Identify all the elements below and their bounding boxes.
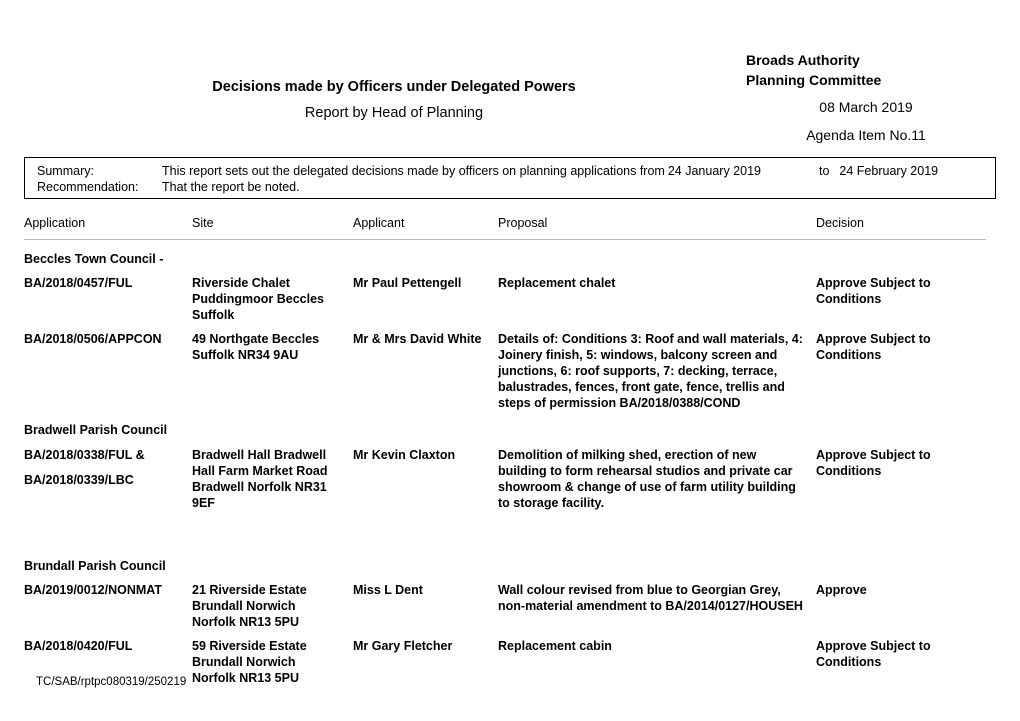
cell-site: 59 Riverside Estate Brundall Norwich Nor… bbox=[192, 638, 307, 685]
cell-site: Bradwell Hall Bradwell Hall Farm Market … bbox=[192, 447, 328, 510]
header-right-block: Broads Authority Planning Committee 08 M… bbox=[736, 50, 996, 146]
cell-applicant: Mr & Mrs David White bbox=[353, 332, 482, 347]
group-heading: Brundall Parish Council bbox=[24, 558, 166, 573]
column-header-applicant: Applicant bbox=[353, 216, 405, 230]
application-reference: BA/2019/0012/NONMAT bbox=[24, 582, 163, 597]
report-author-line: Report by Head of Planning bbox=[304, 105, 484, 122]
cell-proposal: Replacement chalet bbox=[498, 276, 616, 291]
decisions-table: Application Site Applicant Proposal Deci… bbox=[24, 216, 986, 686]
cell-site: 49 Northgate Beccles Suffolk NR34 9AU bbox=[192, 332, 320, 363]
column-header-application: Application bbox=[24, 216, 86, 230]
table-header-row: Application Site Applicant Proposal Deci… bbox=[24, 216, 986, 240]
table-row: BA/2018/0457/FUL Riverside Chalet Pudding… bbox=[24, 267, 986, 323]
cell-application: BA/2018/0420/FUL bbox=[24, 638, 192, 654]
cell-application: BA/2018/0506/APPCON bbox=[24, 331, 192, 347]
summary-box: Summary: This report sets out the delega… bbox=[24, 157, 996, 199]
header-center-block: Decisions made by Officers under Delegat… bbox=[24, 50, 764, 122]
cell-decision: Approve Subject to Conditions bbox=[816, 332, 931, 363]
column-header-proposal: Proposal bbox=[498, 216, 548, 230]
authority-name: Broads Authority bbox=[746, 52, 860, 68]
recommendation-value: That the report be noted. bbox=[162, 180, 300, 194]
table-row: BA/2018/0506/APPCON 49 Northgate Beccles … bbox=[24, 323, 986, 411]
table-row: BA/2018/0338/FUL & BA/2018/0339/LBC Bradwe… bbox=[24, 439, 986, 511]
cell-decision: Approve Subject to Conditions bbox=[816, 638, 931, 669]
cell-site: 21 Riverside Estate Brundall Norwich Nor… bbox=[192, 582, 307, 629]
cell-applicant: Mr Kevin Claxton bbox=[353, 447, 456, 462]
column-header-decision: Decision bbox=[816, 216, 864, 230]
cell-proposal: Wall colour revised from blue to Georgia… bbox=[498, 582, 803, 613]
summary-from-date: 24 January 2019 bbox=[667, 164, 761, 178]
recommendation-label: Recommendation: bbox=[37, 180, 139, 194]
cell-decision: Approve Subject to Conditions bbox=[816, 276, 931, 307]
meeting-date: 08 March 2019 bbox=[819, 98, 913, 115]
cell-application: BA/2019/0012/NONMAT bbox=[24, 582, 192, 598]
cell-application: BA/2018/0457/FUL bbox=[24, 275, 192, 291]
application-reference: BA/2018/0457/FUL bbox=[24, 276, 133, 291]
cell-proposal: Replacement cabin bbox=[498, 638, 612, 653]
application-reference: BA/2018/0420/FUL bbox=[24, 638, 133, 653]
cell-applicant: Miss L Dent bbox=[353, 582, 423, 597]
summary-text: This report sets out the delegated decis… bbox=[162, 164, 665, 178]
application-reference-secondary: BA/2018/0339/LBC bbox=[24, 472, 134, 487]
document-header: Decisions made by Officers under Delegat… bbox=[24, 50, 996, 145]
cell-decision: Approve Subject to Conditions bbox=[816, 447, 931, 478]
agenda-item-number: Agenda Item No.11 bbox=[806, 127, 926, 144]
cell-applicant: Mr Paul Pettengell bbox=[353, 276, 462, 291]
summary-row: Summary: This report sets out the delega… bbox=[37, 163, 987, 179]
recommendation-row: Recommendation: That the report be noted… bbox=[37, 179, 987, 195]
cell-site: Riverside Chalet Puddingmoor Beccles Suf… bbox=[192, 276, 324, 323]
page-title: Decisions made by Officers under Delegat… bbox=[212, 79, 576, 95]
summary-value: This report sets out the delegated decis… bbox=[162, 163, 987, 179]
group-heading: Beccles Town Council - bbox=[24, 252, 164, 266]
group-heading: Bradwell Parish Council bbox=[24, 423, 168, 438]
cell-application: BA/2018/0338/FUL & BA/2018/0339/LBC bbox=[24, 447, 192, 488]
table-row: BA/2019/0012/NONMAT 21 Riverside Estate B… bbox=[24, 574, 986, 630]
application-reference: BA/2018/0338/FUL & bbox=[24, 447, 145, 462]
column-header-site: Site bbox=[192, 216, 214, 230]
summary-to-date: 24 February 2019 bbox=[839, 164, 939, 178]
table-body: Beccles Town Council - BA/2018/0457/FUL Ri… bbox=[24, 240, 986, 686]
summary-to-word: to bbox=[818, 164, 830, 178]
cell-applicant: Mr Gary Fletcher bbox=[353, 638, 453, 653]
cell-proposal: Demolition of milking shed, erection of … bbox=[498, 447, 796, 510]
cell-decision: Approve bbox=[816, 582, 867, 597]
cell-proposal: Details of: Conditions 3: Roof and wall … bbox=[498, 332, 803, 411]
committee-name: Planning Committee bbox=[746, 72, 882, 89]
footer-reference: TC/SAB/rptpc080319/250219 bbox=[36, 676, 187, 688]
application-reference: BA/2018/0506/APPCON bbox=[24, 332, 162, 347]
summary-label: Summary: bbox=[37, 164, 94, 178]
